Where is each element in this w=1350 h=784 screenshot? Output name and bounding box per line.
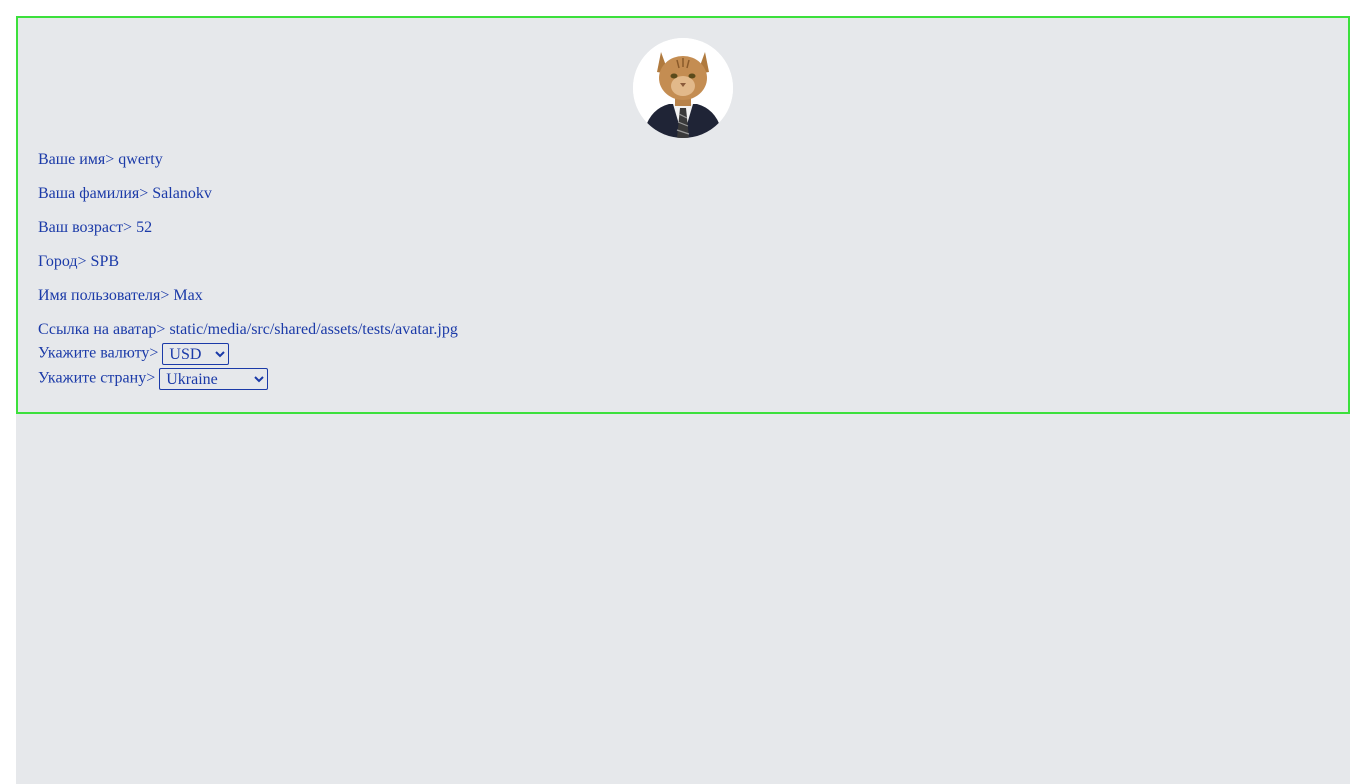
username-row: Имя пользователя> Max: [38, 286, 203, 306]
city-label: Город>: [38, 253, 87, 270]
first-name-label: Ваше имя>: [38, 151, 115, 168]
first-name-value: qwerty: [118, 151, 163, 168]
age-row: Ваш возраст> 52: [38, 218, 152, 238]
profile-card: Ваше имя> qwerty Ваша фамилия> Salanokv …: [16, 16, 1350, 414]
last-name-value: Salanokv: [152, 185, 212, 202]
age-value: 52: [136, 219, 153, 236]
avatar-link-label: Ссылка на аватар>: [38, 321, 166, 338]
first-name-row: Ваше имя> qwerty: [38, 150, 163, 170]
currency-select[interactable]: USD: [162, 343, 230, 365]
country-select[interactable]: Ukraine: [159, 368, 269, 390]
avatar-image: [633, 38, 733, 138]
currency-row: Укажите валюту> USD: [38, 343, 230, 365]
city-row: Город> SPB: [38, 252, 119, 272]
avatar-link-row: Ссылка на аватар> static/media/src/share…: [38, 320, 458, 340]
city-value: SPB: [90, 253, 120, 270]
country-label: Укажите страну>: [38, 369, 156, 387]
avatar-link-value: static/media/src/shared/assets/tests/ava…: [169, 321, 458, 338]
currency-label: Укажите валюту>: [38, 344, 159, 362]
country-row: Укажите страну> Ukraine: [38, 368, 269, 390]
last-name-row: Ваша фамилия> Salanokv: [38, 184, 212, 204]
avatar: [633, 38, 733, 138]
age-label: Ваш возраст>: [38, 219, 133, 236]
username-label: Имя пользователя>: [38, 287, 170, 304]
username-value: Max: [173, 287, 203, 304]
last-name-label: Ваша фамилия>: [38, 185, 149, 202]
